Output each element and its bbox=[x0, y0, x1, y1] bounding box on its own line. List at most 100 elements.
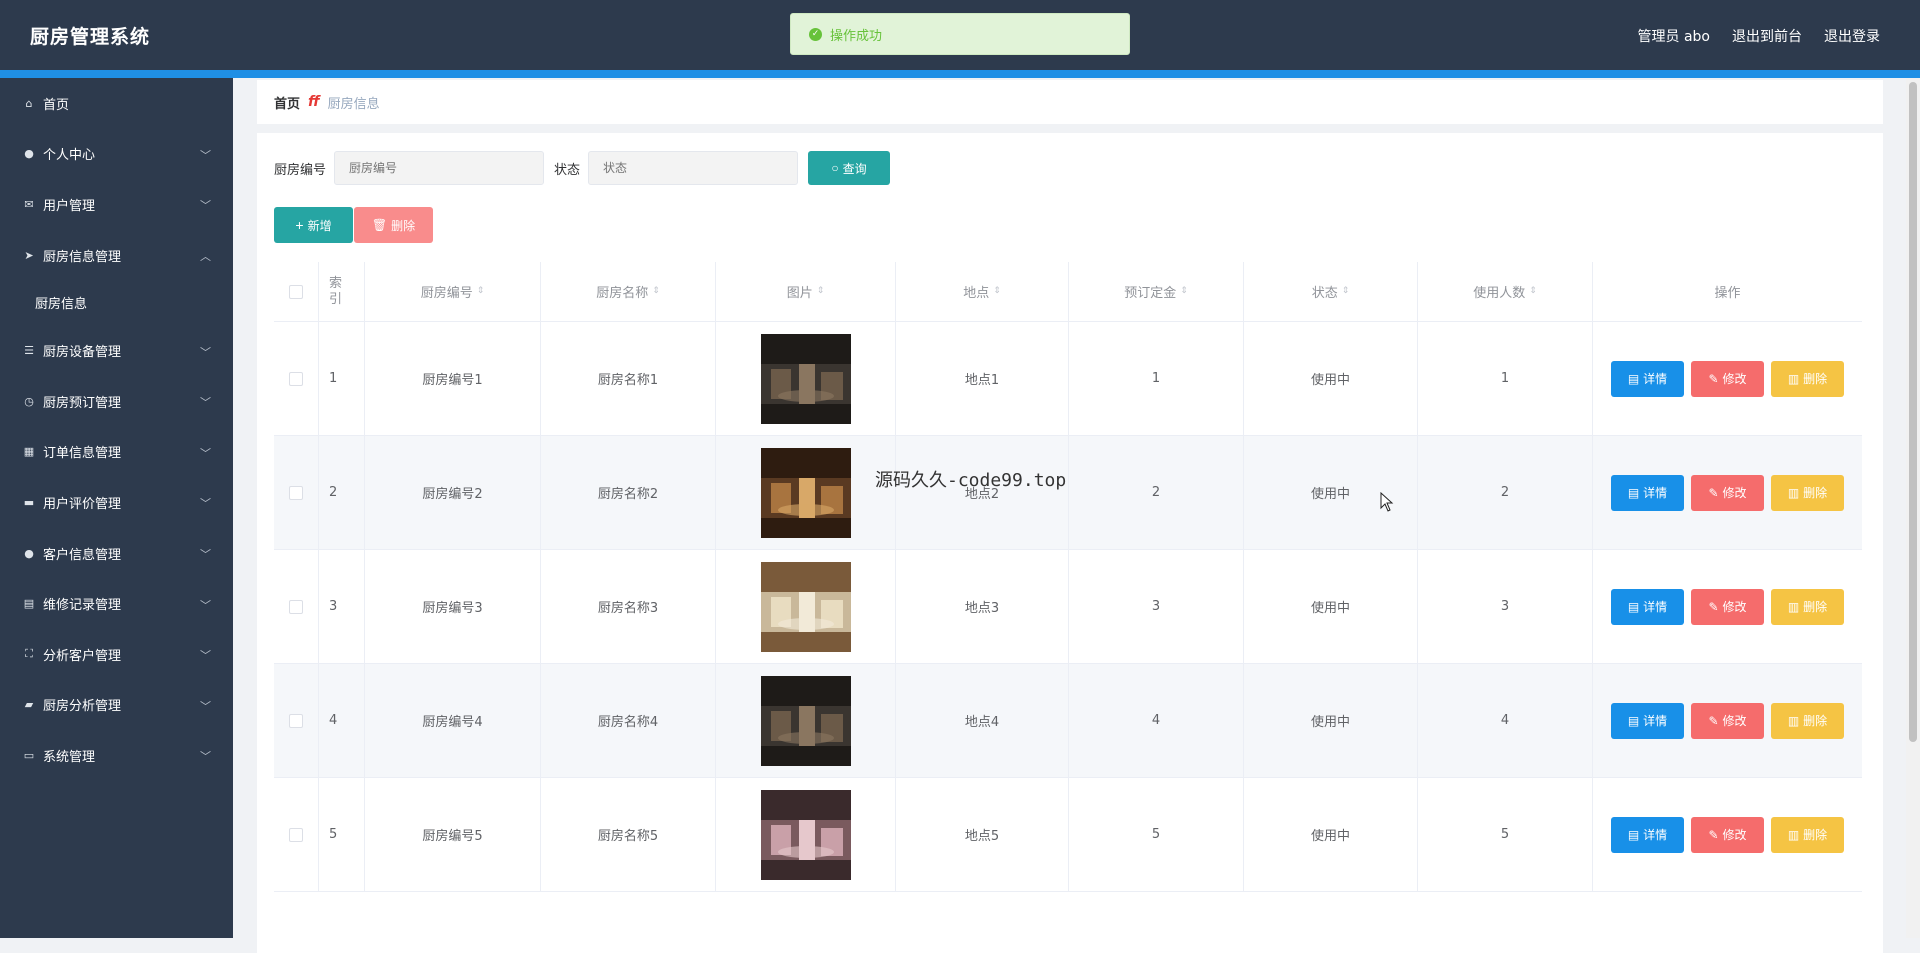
pencil-icon: ✎ bbox=[1708, 713, 1719, 728]
kitchen-photo bbox=[760, 675, 851, 766]
sidebar-item[interactable]: ▤ 维修记录管理 ﹀ bbox=[0, 578, 233, 629]
sort-icon[interactable]: ⇕ bbox=[1529, 287, 1537, 296]
header-picture-label: 图片 bbox=[786, 286, 813, 301]
detail-button[interactable]: ▤ 详情 bbox=[1611, 816, 1684, 853]
sidebar-item[interactable]: ✉ 用户管理 ﹀ bbox=[0, 179, 233, 230]
detail-button[interactable]: ▤ 详情 bbox=[1611, 360, 1684, 397]
cell-ops: ▤ 详情 ✎ 修改 ▥ 删除 bbox=[1593, 322, 1862, 435]
sidebar-item[interactable]: ● 客户信息管理 ﹀ bbox=[0, 528, 233, 579]
table-header: 索 引 厨房编号 ⇕ 厨房名称 ⇕ 图片 ⇕ 地点 ⇕ 预订定金 ⇕ 状态 ⇕ 使用人数 ⇕ … bbox=[274, 262, 1862, 322]
cell-index: 1 bbox=[319, 322, 365, 435]
cell-picture bbox=[716, 778, 896, 891]
sidebar-item-label: 系统管理 bbox=[43, 749, 96, 765]
cell-status: 使用中 bbox=[1244, 550, 1418, 663]
delete-button[interactable]: ▥ 删除 bbox=[1771, 702, 1844, 739]
search-button[interactable]: ○ 查询 bbox=[808, 151, 891, 185]
delete-button[interactable]: ▥ 删除 bbox=[1771, 474, 1844, 511]
delete-button-label: 删除 bbox=[1803, 714, 1828, 728]
select-all-checkbox[interactable] bbox=[289, 284, 303, 299]
detail-button[interactable]: ▤ 详情 bbox=[1611, 588, 1684, 625]
cell-index: 3 bbox=[319, 550, 365, 663]
header-code[interactable]: 厨房编号 ⇕ bbox=[365, 262, 541, 321]
sidebar-item[interactable]: ⌂ 首页 bbox=[0, 78, 233, 129]
sort-icon[interactable]: ⇕ bbox=[993, 287, 1001, 296]
sort-icon[interactable]: ⇕ bbox=[1342, 287, 1350, 296]
header-status[interactable]: 状态 ⇕ bbox=[1244, 262, 1418, 321]
page-scrollbar[interactable] bbox=[1906, 78, 1920, 938]
delete-button[interactable]: ▥ 删除 bbox=[1771, 360, 1844, 397]
cell-code: 厨房编号1 bbox=[365, 322, 541, 435]
cell-users: 3 bbox=[1418, 550, 1593, 663]
delete-button[interactable]: ▥ 删除 bbox=[1771, 816, 1844, 853]
delete-button-label: 删除 bbox=[1803, 486, 1828, 500]
sidebar-item[interactable]: ▰ 厨房分析管理 ﹀ bbox=[0, 680, 233, 731]
edit-button[interactable]: ✎ 修改 bbox=[1691, 816, 1764, 853]
sidebar-subitem-kitchen-info[interactable]: 厨房信息 bbox=[0, 280, 233, 325]
row-checkbox[interactable] bbox=[289, 371, 303, 386]
sidebar-item[interactable]: ▦ 订单信息管理 ﹀ bbox=[0, 427, 233, 478]
header-name[interactable]: 厨房名称 ⇕ bbox=[541, 262, 716, 321]
sidebar-item[interactable]: ● 个人中心 ﹀ bbox=[0, 129, 233, 180]
sidebar-item-label: 厨房信息管理 bbox=[43, 249, 122, 265]
edit-button[interactable]: ✎ 修改 bbox=[1691, 474, 1764, 511]
code-filter-input[interactable] bbox=[334, 151, 545, 185]
row-checkbox[interactable] bbox=[289, 599, 303, 614]
header-users[interactable]: 使用人数 ⇕ bbox=[1418, 262, 1593, 321]
cell-status: 使用中 bbox=[1244, 778, 1418, 891]
bulk-delete-button[interactable]: 🗑 删除 bbox=[354, 207, 433, 243]
cell-location: 地点2 bbox=[896, 436, 1069, 549]
cell-location: 地点1 bbox=[896, 322, 1069, 435]
sidebar-item[interactable]: ➤ 厨房信息管理 ︿ bbox=[0, 230, 233, 281]
row-checkbox[interactable] bbox=[289, 713, 303, 728]
sidebar-item[interactable]: ▭ 系统管理 ﹀ bbox=[0, 730, 233, 781]
sidebar-item[interactable]: ▬ 用户评价管理 ﹀ bbox=[0, 477, 233, 528]
cell-location: 地点5 bbox=[896, 778, 1069, 891]
cell-picture bbox=[716, 322, 896, 435]
header-picture[interactable]: 图片 ⇕ bbox=[716, 262, 896, 321]
detail-button[interactable]: ▤ 详情 bbox=[1611, 702, 1684, 739]
add-button[interactable]: + 新增 bbox=[274, 207, 353, 243]
trash-icon: ▥ bbox=[1787, 713, 1800, 728]
edit-button-label: 修改 bbox=[1722, 372, 1747, 386]
header-ops-label: 操作 bbox=[1714, 286, 1741, 301]
cell-users: 1 bbox=[1418, 322, 1593, 435]
delete-button[interactable]: ▥ 删除 bbox=[1771, 588, 1844, 625]
row-checkbox[interactable] bbox=[289, 485, 303, 500]
row-checkbox[interactable] bbox=[289, 827, 303, 842]
header-actions: 管理员 abo 退出到前台 退出登录 bbox=[1638, 26, 1880, 46]
sort-icon[interactable]: ⇕ bbox=[652, 287, 660, 296]
header-location[interactable]: 地点 ⇕ bbox=[896, 262, 1069, 321]
sidebar-item[interactable]: ⛶ 分析客户管理 ﹀ bbox=[0, 629, 233, 680]
pencil-icon: ✎ bbox=[1708, 485, 1719, 500]
edit-button[interactable]: ✎ 修改 bbox=[1691, 360, 1764, 397]
header-status-label: 状态 bbox=[1311, 286, 1338, 301]
trash-icon: 🗑 bbox=[371, 218, 388, 232]
logout-link[interactable]: 退出登录 bbox=[1824, 26, 1880, 46]
cell-picture bbox=[716, 664, 896, 777]
cell-ops: ▤ 详情 ✎ 修改 ▥ 删除 bbox=[1593, 550, 1862, 663]
sidebar-item[interactable]: ◷ 厨房预订管理 ﹀ bbox=[0, 376, 233, 427]
admin-user-label[interactable]: 管理员 abo bbox=[1638, 26, 1710, 46]
sort-icon[interactable]: ⇕ bbox=[1180, 287, 1188, 296]
detail-button[interactable]: ▤ 详情 bbox=[1611, 474, 1684, 511]
detail-button-label: 详情 bbox=[1643, 714, 1668, 728]
trash-icon: ▥ bbox=[1787, 485, 1800, 500]
scrollbar-thumb[interactable] bbox=[1909, 82, 1917, 742]
chevron-down-icon: ﹀ bbox=[200, 750, 211, 764]
back-to-front-link[interactable]: 退出到前台 bbox=[1732, 26, 1802, 46]
edit-button[interactable]: ✎ 修改 bbox=[1691, 702, 1764, 739]
status-filter-input[interactable] bbox=[588, 151, 799, 185]
header-index-label: 索 引 bbox=[329, 275, 343, 307]
edit-button[interactable]: ✎ 修改 bbox=[1691, 588, 1764, 625]
breadcrumb-home[interactable]: 首页 bbox=[274, 93, 300, 112]
document-icon: ▤ bbox=[1627, 485, 1640, 500]
cell-location: 地点4 bbox=[896, 664, 1069, 777]
header-deposit[interactable]: 预订定金 ⇕ bbox=[1069, 262, 1244, 321]
sidebar-item[interactable]: ☰ 厨房设备管理 ﹀ bbox=[0, 325, 233, 376]
breadcrumb-separator-icon: ff bbox=[308, 94, 320, 110]
sort-icon[interactable]: ⇕ bbox=[817, 287, 825, 296]
clock-icon: ◷ bbox=[24, 394, 34, 408]
sort-icon[interactable]: ⇕ bbox=[477, 287, 485, 296]
search-form: 厨房编号 状态 ○ 查询 bbox=[274, 151, 891, 185]
cell-status: 使用中 bbox=[1244, 664, 1418, 777]
